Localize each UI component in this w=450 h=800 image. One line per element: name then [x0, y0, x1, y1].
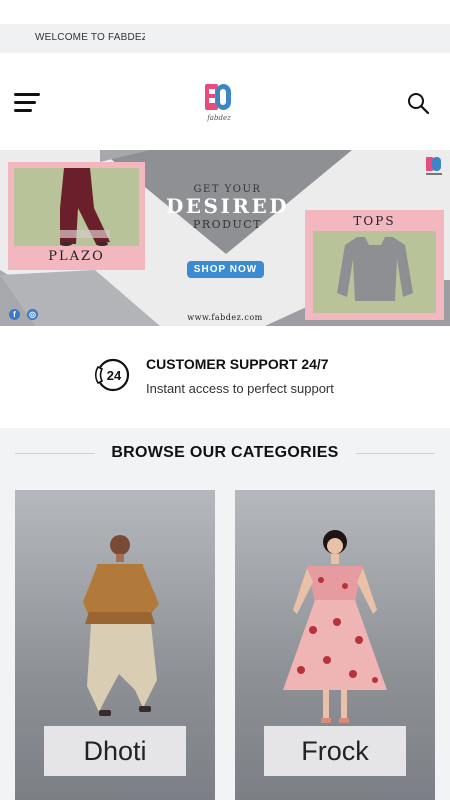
facebook-icon[interactable]: f: [9, 309, 20, 320]
support-badge: 24: [107, 368, 122, 383]
tops-card[interactable]: TOPS: [305, 210, 444, 320]
support-title: CUSTOMER SUPPORT 24/7: [146, 356, 329, 372]
plazo-image: [14, 168, 139, 246]
search-icon[interactable]: [406, 91, 430, 115]
logo-text: fabdez: [206, 114, 231, 122]
categories-heading: BROWSE OUR CATEGORIES: [111, 444, 339, 461]
menu-icon[interactable]: [14, 93, 40, 113]
plazo-label: PLAZO: [48, 249, 105, 264]
support-subtitle: Instant access to perfect support: [146, 381, 334, 396]
category-label-frock: Frock: [264, 726, 406, 776]
tops-image: [313, 231, 436, 313]
instagram-icon[interactable]: ◎: [27, 309, 38, 320]
support-24-icon: 24: [93, 356, 131, 394]
banner-logo-icon: [424, 155, 444, 179]
category-card-dhoti[interactable]: Dhoti: [15, 490, 215, 800]
banner-product: PRODUCT: [192, 218, 263, 231]
app-header: fabdez: [0, 53, 450, 150]
category-label-dhoti: Dhoti: [44, 726, 186, 776]
categories-section: BROWSE OUR CATEGORIES Dhoti Frock: [0, 428, 450, 800]
promo-banner[interactable]: PLAZO GET YOUR DESIRED PRODUCT SHOP NOW …: [0, 150, 450, 326]
category-card-frock[interactable]: Frock: [235, 490, 435, 800]
welcome-text: WELCOME TO FABDEZ: [35, 32, 145, 43]
tops-label: TOPS: [353, 214, 396, 228]
support-section: 24 CUSTOMER SUPPORT 24/7 Instant access …: [0, 326, 450, 428]
welcome-bar: WELCOME TO FABDEZ: [0, 24, 450, 53]
shop-now-button[interactable]: SHOP NOW: [187, 261, 264, 278]
brand-logo[interactable]: fabdez: [202, 81, 236, 123]
plazo-card[interactable]: PLAZO: [8, 162, 145, 270]
banner-website: www.fabdez.com: [187, 313, 263, 322]
banner-desired: DESIRED: [165, 194, 290, 218]
